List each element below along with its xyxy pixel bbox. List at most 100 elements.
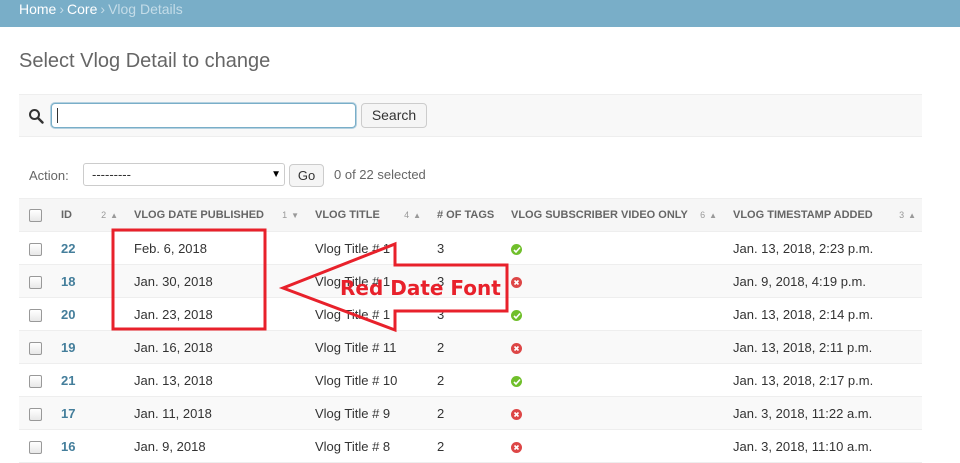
column-header-id[interactable]: ID 2 ▲ <box>51 198 124 232</box>
no-icon <box>511 276 522 288</box>
sort-direction-icon: ▲ <box>709 211 717 220</box>
table-header-row: ID 2 ▲ VLOG DATE PUBLISHED 1 ▼ VLOG TITLE 4 ▲ … <box>19 198 922 232</box>
search-button[interactable]: Search <box>361 103 427 128</box>
sort-direction-icon: ▼ <box>291 211 299 220</box>
text-caret <box>57 108 58 123</box>
search-icon <box>29 109 44 124</box>
column-label: VLOG DATE PUBLISHED <box>134 209 264 221</box>
column-label: VLOG SUBSCRIBER VIDEO ONLY <box>511 209 688 221</box>
row-date-published: Jan. 11, 2018 <box>124 396 305 430</box>
sort-indicator[interactable]: 1 ▼ <box>282 210 299 220</box>
row-checkbox[interactable] <box>29 308 42 322</box>
row-id-link[interactable]: 17 <box>51 396 124 430</box>
action-select[interactable]: --------- ▼ <box>83 163 285 186</box>
sort-priority: 2 <box>101 210 107 220</box>
column-label: VLOG TIMESTAMP ADDED <box>733 209 873 221</box>
sort-indicator[interactable]: 2 ▲ <box>101 210 118 220</box>
sort-indicator[interactable]: 4 ▲ <box>404 210 421 220</box>
table-row: 22 Feb. 6, 2018 Vlog Title # 1 3 Jan. 13, 20… <box>19 231 922 265</box>
row-select-cell <box>19 363 51 397</box>
breadcrumb-current: Vlog Details <box>108 1 183 17</box>
table-row: 20 Jan. 23, 2018 Vlog Title # 1 3 Jan. 13, 2… <box>19 297 922 331</box>
row-tag-count: 3 <box>427 231 501 265</box>
page-title: Select Vlog Detail to change <box>19 50 271 72</box>
row-subscriber-only <box>501 264 723 298</box>
row-tag-count: 2 <box>427 330 501 364</box>
sort-indicator[interactable]: 3 ▲ <box>899 210 916 220</box>
table-row: 19 Jan. 16, 2018 Vlog Title # 11 2 Jan. 13, … <box>19 330 922 364</box>
row-date-published: Feb. 6, 2018 <box>124 231 305 265</box>
row-checkbox[interactable] <box>29 275 42 289</box>
no-icon <box>511 408 522 420</box>
row-id-link[interactable]: 19 <box>51 330 124 364</box>
sort-indicator[interactable]: 6 ▲ <box>700 210 717 220</box>
row-tag-count: 2 <box>427 429 501 463</box>
sort-direction-icon: ▲ <box>413 211 421 220</box>
row-timestamp-added: Jan. 3, 2018, 11:22 a.m. <box>723 396 922 430</box>
yes-icon <box>511 309 522 321</box>
column-header-vlog-date-published[interactable]: VLOG DATE PUBLISHED 1 ▼ <box>124 198 305 232</box>
sort-priority: 3 <box>899 210 905 220</box>
column-header-vlog-title[interactable]: VLOG TITLE 4 ▲ <box>305 198 427 232</box>
row-subscriber-only <box>501 363 723 397</box>
search-toolbar: Search <box>19 94 922 137</box>
row-id-link[interactable]: 21 <box>51 363 124 397</box>
row-checkbox[interactable] <box>29 407 42 421</box>
row-subscriber-only <box>501 231 723 265</box>
row-select-cell <box>19 396 51 430</box>
go-button[interactable]: Go <box>289 164 324 187</box>
row-timestamp-added: Jan. 9, 2018, 4:19 p.m. <box>723 264 922 298</box>
row-select-cell <box>19 264 51 298</box>
row-date-published: Jan. 23, 2018 <box>124 297 305 331</box>
select-all-checkbox[interactable] <box>29 208 42 222</box>
row-date-published: Jan. 13, 2018 <box>124 363 305 397</box>
row-vlog-title: Vlog Title # 10 <box>305 363 427 397</box>
sort-direction-icon: ▲ <box>110 211 118 220</box>
sort-priority: 1 <box>282 210 288 220</box>
breadcrumb-home-link[interactable]: Home <box>19 1 56 17</box>
no-icon <box>511 342 522 354</box>
row-vlog-title: Vlog Title # 1 <box>305 297 427 331</box>
row-select-cell <box>19 297 51 331</box>
row-subscriber-only <box>501 429 723 463</box>
row-checkbox[interactable] <box>29 374 42 388</box>
row-date-published: Jan. 9, 2018 <box>124 429 305 463</box>
select-all-column <box>19 198 51 232</box>
row-select-cell <box>19 429 51 463</box>
column-header-subscriber-video-only[interactable]: VLOG SUBSCRIBER VIDEO ONLY 6 ▲ <box>501 198 723 232</box>
results-table: ID 2 ▲ VLOG DATE PUBLISHED 1 ▼ VLOG TITLE 4 ▲ … <box>19 198 922 463</box>
row-select-cell <box>19 231 51 265</box>
row-subscriber-only <box>501 330 723 364</box>
column-header-timestamp-added[interactable]: VLOG TIMESTAMP ADDED 3 ▲ <box>723 198 922 232</box>
row-tag-count: 3 <box>427 297 501 331</box>
row-id-link[interactable]: 16 <box>51 429 124 463</box>
breadcrumb-separator: › <box>59 1 65 17</box>
row-checkbox[interactable] <box>29 341 42 355</box>
column-label: VLOG TITLE <box>315 209 380 221</box>
row-id-link[interactable]: 20 <box>51 297 124 331</box>
no-icon <box>511 441 522 453</box>
row-id-link[interactable]: 22 <box>51 231 124 265</box>
row-timestamp-added: Jan. 13, 2018, 2:11 p.m. <box>723 330 922 364</box>
breadcrumb-core-link[interactable]: Core <box>67 1 97 17</box>
row-timestamp-added: Jan. 13, 2018, 2:17 p.m. <box>723 363 922 397</box>
row-date-published: Jan. 16, 2018 <box>124 330 305 364</box>
search-input[interactable] <box>51 103 356 128</box>
row-select-cell <box>19 330 51 364</box>
row-checkbox[interactable] <box>29 242 42 256</box>
row-timestamp-added: Jan. 13, 2018, 2:14 p.m. <box>723 297 922 331</box>
row-date-published: Jan. 30, 2018 <box>124 264 305 298</box>
row-timestamp-added: Jan. 13, 2018, 2:23 p.m. <box>723 231 922 265</box>
sort-priority: 4 <box>404 210 410 220</box>
yes-icon <box>511 243 522 255</box>
row-checkbox[interactable] <box>29 440 42 454</box>
breadcrumb-separator: › <box>100 1 106 17</box>
row-vlog-title: Vlog Title # 8 <box>305 429 427 463</box>
row-vlog-title: Vlog Title # 11 <box>305 330 427 364</box>
sort-direction-icon: ▲ <box>908 211 916 220</box>
row-id-link[interactable]: 18 <box>51 264 124 298</box>
row-subscriber-only <box>501 297 723 331</box>
selected-count: 0 of 22 selected <box>334 167 426 182</box>
row-tag-count: 2 <box>427 363 501 397</box>
table-row: 16 Jan. 9, 2018 Vlog Title # 8 2 Jan. 3, 201… <box>19 429 922 463</box>
